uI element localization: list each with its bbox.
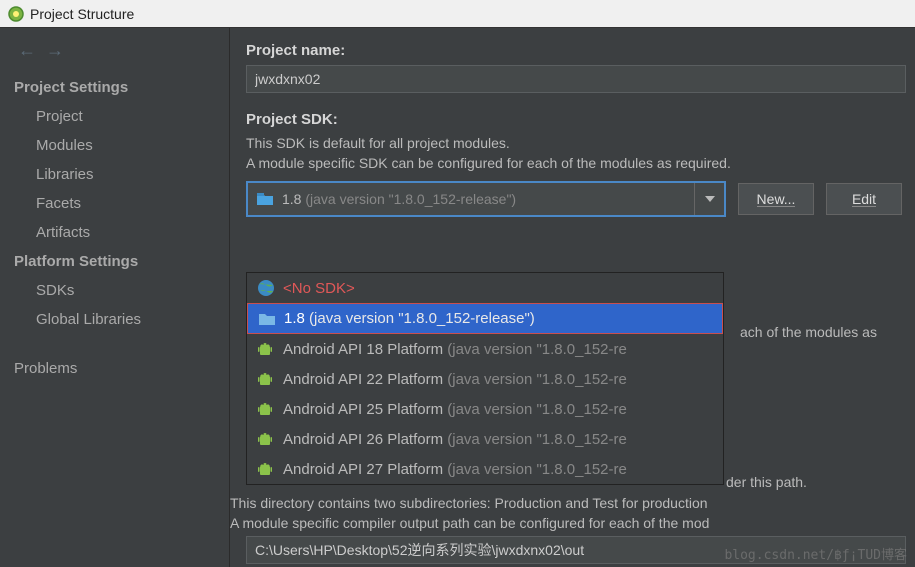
dropdown-item-android-22[interactable]: Android API 22 Platform (java version "1…: [247, 364, 723, 394]
sidebar-category-platform-settings: Platform Settings: [0, 247, 229, 276]
sidebar-item-problems[interactable]: Problems: [0, 354, 229, 383]
forward-icon[interactable]: →: [46, 40, 64, 61]
project-sdk-label: Project SDK:: [246, 111, 911, 128]
sidebar: ← → Project Settings Project Modules Lib…: [0, 28, 230, 567]
app-icon: [8, 6, 24, 22]
dropdown-item-label: Android API 18 Platform (java version "1…: [283, 341, 627, 358]
android-icon: [257, 430, 273, 448]
edit-sdk-button[interactable]: Edit: [826, 183, 902, 215]
bg-text-4: A module specific compiler output path c…: [230, 513, 709, 534]
window-title: Project Structure: [30, 6, 134, 22]
project-sdk-value: 1.8 (java version "1.8.0_152-release"): [282, 191, 516, 207]
folder-icon: [256, 192, 274, 206]
dropdown-item-label: Android API 26 Platform (java version "1…: [283, 431, 627, 448]
sidebar-item-global-libraries[interactable]: Global Libraries: [0, 305, 229, 334]
dropdown-item-no-sdk[interactable]: <No SDK>: [247, 273, 723, 303]
dropdown-item-android-18[interactable]: Android API 18 Platform (java version "1…: [247, 334, 723, 364]
project-name-label: Project name:: [246, 42, 911, 59]
titlebar: Project Structure: [0, 0, 915, 28]
watermark: blog.csdn.net/฿ƒ¡TUD博客: [724, 544, 907, 563]
chevron-down-icon[interactable]: [694, 183, 724, 215]
sidebar-item-libraries[interactable]: Libraries: [0, 160, 229, 189]
bg-text-2: der this path.: [726, 472, 807, 493]
sidebar-item-project[interactable]: Project: [0, 102, 229, 131]
project-name-input[interactable]: [246, 65, 906, 93]
sidebar-item-facets[interactable]: Facets: [0, 189, 229, 218]
dropdown-item-1-8[interactable]: 1.8 (java version "1.8.0_152-release"): [247, 303, 723, 334]
dropdown-item-label: Android API 22 Platform (java version "1…: [283, 371, 627, 388]
back-icon[interactable]: ←: [18, 40, 36, 61]
bg-text-3: This directory contains two subdirectori…: [230, 493, 708, 514]
sidebar-item-artifacts[interactable]: Artifacts: [0, 218, 229, 247]
android-icon: [257, 400, 273, 418]
project-sdk-combobox[interactable]: 1.8 (java version "1.8.0_152-release"): [246, 181, 726, 217]
sidebar-category-project-settings: Project Settings: [0, 73, 229, 102]
folder-icon: [258, 312, 276, 326]
dropdown-item-label: Android API 27 Platform (java version "1…: [283, 461, 627, 478]
dropdown-item-label: Android API 25 Platform (java version "1…: [283, 401, 627, 418]
android-icon: [257, 370, 273, 388]
dropdown-item-label: 1.8 (java version "1.8.0_152-release"): [284, 310, 535, 327]
dropdown-item-label: <No SDK>: [283, 280, 355, 297]
dropdown-item-android-27[interactable]: Android API 27 Platform (java version "1…: [247, 454, 723, 484]
project-sdk-desc1: This SDK is default for all project modu…: [246, 134, 911, 154]
dropdown-item-android-25[interactable]: Android API 25 Platform (java version "1…: [247, 394, 723, 424]
sidebar-item-modules[interactable]: Modules: [0, 131, 229, 160]
android-icon: [257, 460, 273, 478]
bg-text-1: ach of the modules as: [740, 322, 877, 343]
sidebar-item-sdks[interactable]: SDKs: [0, 276, 229, 305]
main-area: ← → Project Settings Project Modules Lib…: [0, 28, 915, 567]
android-icon: [257, 340, 273, 358]
new-sdk-button[interactable]: New...: [738, 183, 814, 215]
sdk-dropdown: <No SDK> 1.8 (java version "1.8.0_152-re…: [246, 272, 724, 485]
content-panel: Project name: Project SDK: This SDK is d…: [230, 28, 915, 567]
project-sdk-desc2: A module specific SDK can be configured …: [246, 154, 911, 174]
globe-icon: [257, 279, 275, 297]
dropdown-item-android-26[interactable]: Android API 26 Platform (java version "1…: [247, 424, 723, 454]
